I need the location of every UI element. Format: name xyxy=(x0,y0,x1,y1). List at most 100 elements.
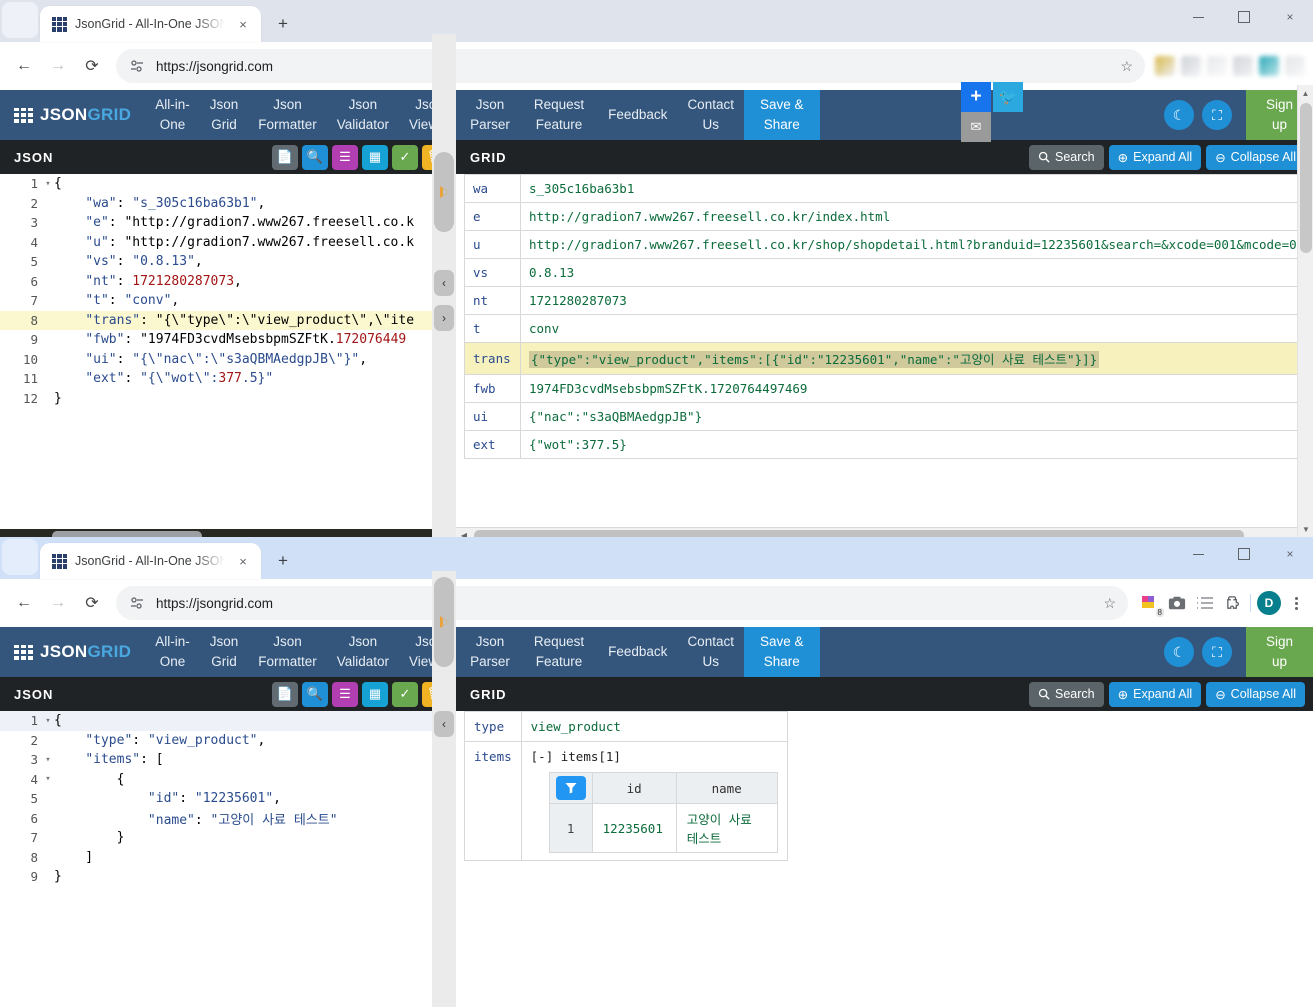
collapse-all-button[interactable]: ⊖ Collapse All xyxy=(1206,144,1305,170)
extension-icon-blurred-4[interactable] xyxy=(1233,56,1253,76)
table-row[interactable]: vs 0.8.13 xyxy=(464,258,1297,287)
grid-value-ext[interactable]: {"wot":377.5} xyxy=(520,430,1297,459)
fold-toggle-icon[interactable]: ▾ xyxy=(42,774,54,784)
code-line[interactable]: 9 "fwb": "1974FD3cvdMsebsbpmSZFtK.172076… xyxy=(0,330,456,350)
table-row[interactable]: u http://gradion7.www267.freesell.co.kr/s… xyxy=(464,230,1297,259)
nav-item-contact-us-bottom[interactable]: Contact Us xyxy=(677,627,744,677)
validate-icon[interactable]: ✓ xyxy=(392,144,418,170)
validate-icon-bottom[interactable]: ✓ xyxy=(392,681,418,707)
browser-vscrollbar-top[interactable]: ▲ ▼ xyxy=(1297,85,1313,537)
nav-item-all-in-one[interactable]: All-in- One xyxy=(145,90,200,140)
close-window-button-bottom[interactable]: × xyxy=(1267,537,1313,571)
forward-icon-bottom[interactable]: → xyxy=(42,587,74,619)
grid-value-e[interactable]: http://gradion7.www267.freesell.co.kr/in… xyxy=(520,202,1297,231)
moon-icon[interactable]: ☾ xyxy=(1163,100,1194,130)
collapse-left-button[interactable]: ‹ xyxy=(434,270,454,296)
json-editor-bottom[interactable]: 1 ▾{2 "type": "view_product", 3 ▾ "items": … xyxy=(0,711,456,1007)
chrome-menu-icon[interactable] xyxy=(1287,596,1305,610)
nav-item-json-formatter[interactable]: Json Formatter xyxy=(248,90,327,140)
table-row[interactable]: wa s_305c16ba63b1 xyxy=(464,174,1297,203)
nav-item-json-validator[interactable]: Json Validator xyxy=(327,90,399,140)
grid-value-u[interactable]: http://gradion7.www267.freesell.co.kr/sh… xyxy=(520,230,1297,259)
code-line[interactable]: 5 "vs": "0.8.13", xyxy=(0,252,456,272)
forward-icon[interactable]: → xyxy=(42,50,74,82)
save-and-share-button[interactable]: Save & Share xyxy=(743,90,820,140)
table-row[interactable]: items [-] items[1] id name 1 12235601 고양… xyxy=(464,741,788,861)
bookmark-star-icon[interactable]: ☆ xyxy=(1120,58,1133,75)
camera-icon[interactable] xyxy=(1166,592,1188,614)
site-settings-icon-bottom[interactable] xyxy=(128,594,146,612)
fullscreen-icon[interactable]: ⛶ xyxy=(1201,100,1232,130)
nav-item-contact-us[interactable]: Contact Us xyxy=(677,90,744,140)
table-row[interactable]: trans {"type":"view_product","items":[{"i… xyxy=(464,342,1297,375)
code-line[interactable]: 3 "e": "http://gradion7.www267.freesell.… xyxy=(0,213,456,233)
table-row[interactable]: e http://gradion7.www267.freesell.co.kr/i… xyxy=(464,202,1297,231)
table-row[interactable]: fwb 1974FD3cvdMsebsbpmSZFtK.1720764497469 xyxy=(464,374,1297,403)
extension-icon-blurred-1[interactable] xyxy=(1155,56,1175,76)
code-line[interactable]: 1 ▾{ xyxy=(0,174,456,194)
expand-all-button-bottom[interactable]: ⊕ Expand All xyxy=(1108,681,1202,707)
close-window-button[interactable]: × xyxy=(1267,0,1313,34)
nav-item-json-grid-bottom[interactable]: Json Grid xyxy=(200,627,249,677)
code-line[interactable]: 4 ▾ { xyxy=(0,770,456,790)
fold-toggle-icon[interactable]: ▾ xyxy=(42,755,54,765)
minimize-button[interactable] xyxy=(1175,0,1221,34)
code-line[interactable]: 4 "u": "http://gradion7.www267.freesell.… xyxy=(0,233,456,253)
grid-search-button-bottom[interactable]: Search xyxy=(1029,681,1104,707)
collapse-left-button-bottom[interactable]: ‹ xyxy=(434,711,454,737)
cell-name[interactable]: 고양이 사료 테스트 xyxy=(675,803,778,853)
items-collapse-toggle[interactable]: [-] items[1] xyxy=(531,749,778,764)
extension-icon-blurred-2[interactable] xyxy=(1181,56,1201,76)
avatar[interactable]: D xyxy=(1257,591,1281,615)
nav-item-json-formatter-bottom[interactable]: Json Formatter xyxy=(248,627,327,677)
nested-header-name[interactable]: name xyxy=(675,772,778,804)
nested-table-row[interactable]: 1 12235601 고양이 사료 테스트 xyxy=(548,803,778,853)
code-line[interactable]: 7 "t": "conv", xyxy=(0,291,456,311)
code-line[interactable]: 5 "id": "12235601", xyxy=(0,789,456,809)
moon-icon-bottom[interactable]: ☾ xyxy=(1163,637,1194,667)
new-file-icon[interactable]: 📄 xyxy=(272,144,298,170)
nested-header-id[interactable]: id xyxy=(591,772,677,804)
collapse-all-button-bottom[interactable]: ⊖ Collapse All xyxy=(1206,681,1305,707)
reading-list-icon[interactable] xyxy=(1194,592,1216,614)
table-row[interactable]: nt 1721280287073 xyxy=(464,286,1297,315)
sign-up-button-bottom[interactable]: Sign up xyxy=(1245,627,1313,677)
search-icon-bottom[interactable]: 🔍 xyxy=(302,681,328,707)
back-icon[interactable]: ← xyxy=(8,50,40,82)
code-line[interactable]: 2 "wa": "s_305c16ba63b1", xyxy=(0,194,456,214)
table-view-icon-bottom[interactable]: ▦ xyxy=(362,681,388,707)
close-tab-icon[interactable]: × xyxy=(233,14,253,34)
new-tab-button-bottom[interactable]: + xyxy=(269,547,297,575)
browser-tab-bottom[interactable]: JsonGrid - All-In-One JSON So × xyxy=(40,543,261,579)
maximize-button[interactable] xyxy=(1221,0,1267,34)
new-tab-button[interactable]: + xyxy=(269,10,297,38)
scroll-down-arrow-icon[interactable]: ▼ xyxy=(1298,521,1313,537)
grid-value-ui[interactable]: {"nac":"s3aQBMAedgpJB"} xyxy=(520,402,1297,431)
jsongrid-logo-bottom[interactable]: JSONGRID xyxy=(0,627,145,677)
nav-item-json-validator-bottom[interactable]: Json Validator xyxy=(327,627,399,677)
code-line[interactable]: 3 ▾ "items": [ xyxy=(0,750,456,770)
grid-hscrollbar-top[interactable]: ◀ ▶ xyxy=(456,527,1313,537)
color-picker-extension-icon[interactable]: 8 xyxy=(1138,592,1164,617)
table-row[interactable]: ui {"nac":"s3aQBMAedgpJB"} xyxy=(464,402,1297,431)
grid-value-trans[interactable]: {"type":"view_product","items":[{"id":"1… xyxy=(520,342,1297,375)
nav-item-feedback[interactable]: Feedback xyxy=(598,90,677,140)
grid-value-vs[interactable]: 0.8.13 xyxy=(520,258,1297,287)
cell-id[interactable]: 12235601 xyxy=(591,803,677,853)
grid-value-t[interactable]: conv xyxy=(520,314,1297,343)
fold-toggle-icon[interactable]: ▾ xyxy=(42,716,54,726)
table-row[interactable]: type view_product xyxy=(464,711,788,742)
code-line[interactable]: 1 ▾{ xyxy=(0,711,456,731)
code-line[interactable]: 8 ] xyxy=(0,848,456,868)
nav-item-json-grid[interactable]: Json Grid xyxy=(200,90,249,140)
grid-value-type[interactable]: view_product xyxy=(520,711,788,742)
bookmark-star-icon-bottom[interactable]: ☆ xyxy=(1103,595,1116,612)
address-bar-bottom[interactable]: https://jsongrid.com ☆ xyxy=(116,586,1128,620)
extension-icon-blurred-6[interactable] xyxy=(1285,56,1305,76)
code-line[interactable]: 8 "trans": "{\"type\":\"view_product\",\… xyxy=(0,310,456,330)
new-file-icon-bottom[interactable]: 📄 xyxy=(272,681,298,707)
extension-icon-blurred-5[interactable] xyxy=(1259,56,1279,76)
code-line[interactable]: 2 "type": "view_product", xyxy=(0,731,456,751)
extension-icon-blurred-3[interactable] xyxy=(1207,56,1227,76)
panel-splitter-bottom[interactable]: ‹ xyxy=(432,571,456,1007)
